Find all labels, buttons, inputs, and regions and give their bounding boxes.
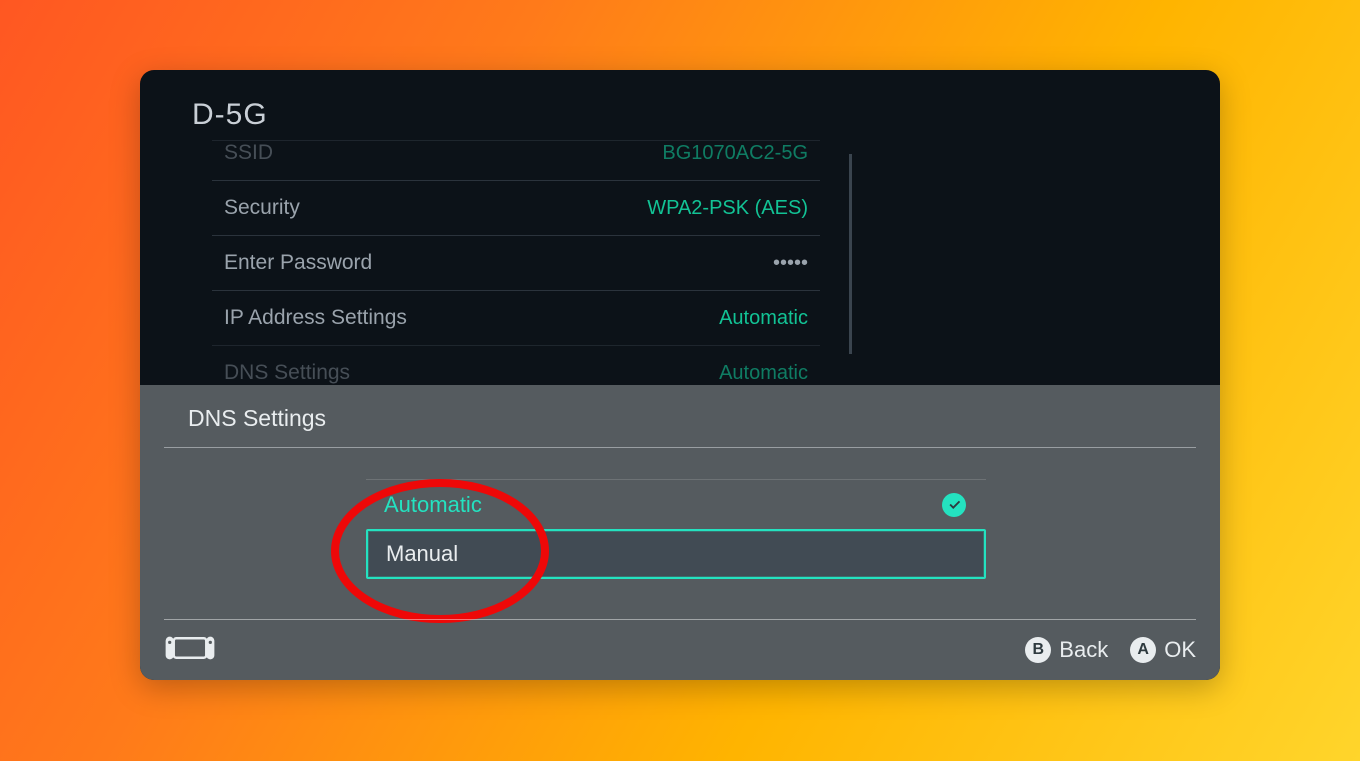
- option-label: Manual: [386, 541, 458, 567]
- option-label: Automatic: [384, 492, 482, 518]
- dns-settings-modal: DNS Settings Automatic Manual: [140, 385, 1220, 680]
- divider: [164, 447, 1196, 448]
- controller-icon: [164, 633, 216, 668]
- option-automatic[interactable]: Automatic: [366, 479, 986, 529]
- setting-label: Enter Password: [224, 251, 372, 275]
- b-button-icon: B: [1025, 637, 1051, 663]
- setting-label: Security: [224, 196, 300, 220]
- setting-label: IP Address Settings: [224, 306, 407, 330]
- setting-label: DNS Settings: [224, 361, 350, 385]
- background-gradient: D-5G SSID BG1070AC2-5G Security WPA2-PSK…: [0, 0, 1360, 761]
- setting-value: •••••: [773, 252, 808, 275]
- setting-value: Automatic: [719, 307, 808, 330]
- ok-label: OK: [1164, 637, 1196, 663]
- settings-window: D-5G SSID BG1070AC2-5G Security WPA2-PSK…: [140, 70, 1220, 680]
- check-icon: [942, 493, 966, 517]
- setting-row-password[interactable]: Enter Password •••••: [212, 235, 820, 290]
- page-title: D-5G: [140, 70, 1220, 140]
- footer-actions: B Back A OK: [1025, 637, 1196, 663]
- setting-label: SSID: [224, 141, 273, 165]
- option-list: Automatic Manual: [366, 479, 986, 579]
- a-button-icon: A: [1130, 637, 1156, 663]
- setting-row-security[interactable]: Security WPA2-PSK (AES): [212, 180, 820, 235]
- footer-bar: B Back A OK: [164, 619, 1196, 680]
- option-manual[interactable]: Manual: [366, 529, 986, 579]
- back-button[interactable]: B Back: [1025, 637, 1108, 663]
- setting-value: BG1070AC2-5G: [662, 142, 808, 165]
- back-label: Back: [1059, 637, 1108, 663]
- network-settings-list: SSID BG1070AC2-5G Security WPA2-PSK (AES…: [140, 140, 1220, 407]
- setting-row-ip-address[interactable]: IP Address Settings Automatic: [212, 290, 820, 345]
- modal-title: DNS Settings: [188, 405, 326, 432]
- setting-value: Automatic: [719, 362, 808, 385]
- setting-value: WPA2-PSK (AES): [647, 197, 808, 220]
- setting-row-ssid[interactable]: SSID BG1070AC2-5G: [212, 140, 820, 180]
- scrollbar[interactable]: [849, 154, 852, 354]
- ok-button[interactable]: A OK: [1130, 637, 1196, 663]
